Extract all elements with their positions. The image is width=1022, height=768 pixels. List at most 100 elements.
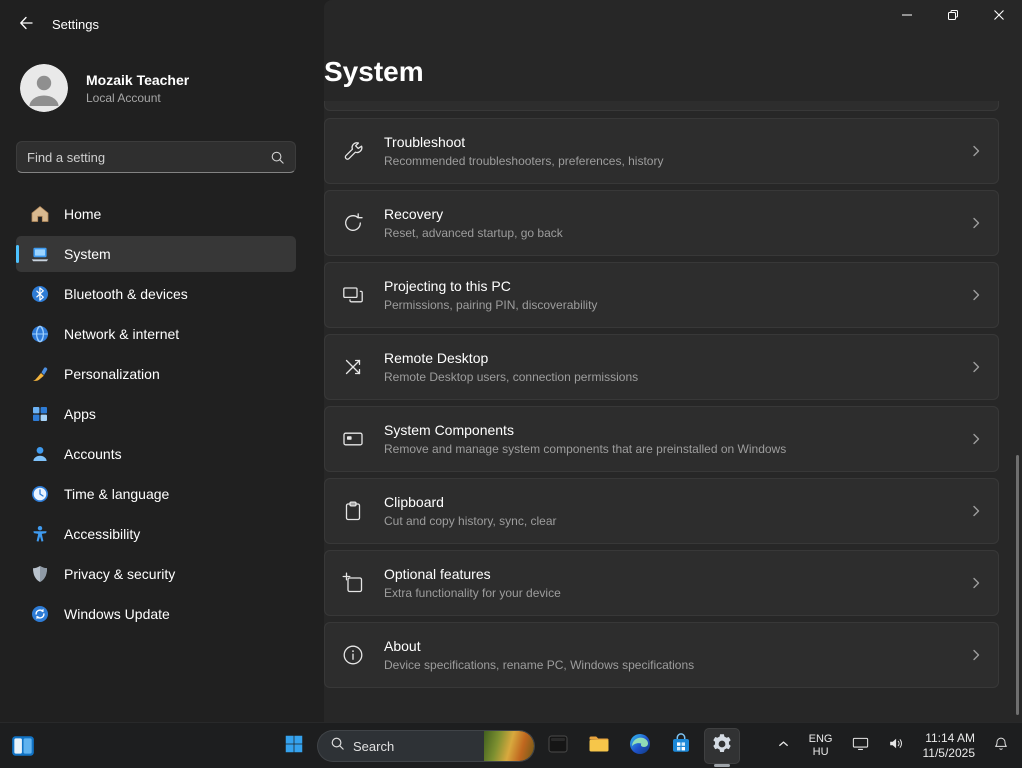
sidebar-item-time-language[interactable]: Time & language bbox=[16, 476, 296, 512]
restore-icon bbox=[947, 8, 959, 26]
sidebar-item-label: Apps bbox=[64, 406, 96, 422]
start-button[interactable] bbox=[276, 728, 312, 764]
sidebar-item-personalization[interactable]: Personalization bbox=[16, 356, 296, 392]
bluetooth-icon bbox=[30, 284, 50, 304]
sidebar-item-label: Network & internet bbox=[64, 326, 179, 342]
chevron-right-icon bbox=[970, 288, 982, 307]
user-name: Mozaik Teacher bbox=[86, 72, 189, 88]
apps-icon bbox=[30, 404, 50, 424]
microsoft-store-button[interactable] bbox=[663, 728, 699, 764]
minimize-button[interactable] bbox=[884, 0, 930, 34]
search-highlight-image bbox=[484, 731, 534, 761]
volume-tray-button[interactable] bbox=[883, 730, 910, 762]
card-title: About bbox=[384, 638, 694, 654]
edge-button[interactable] bbox=[622, 728, 658, 764]
sidebar-item-label: Home bbox=[64, 206, 101, 222]
card-text: Optional features Extra functionality fo… bbox=[384, 566, 609, 600]
card-about[interactable]: About Device specifications, rename PC, … bbox=[324, 622, 999, 688]
chevron-right-icon bbox=[970, 648, 982, 667]
chevron-right-icon bbox=[970, 576, 982, 595]
language-switcher[interactable]: ENG HU bbox=[804, 730, 838, 762]
card-title: Projecting to this PC bbox=[384, 278, 597, 294]
system-icon bbox=[30, 244, 50, 264]
card-title: Clipboard bbox=[384, 494, 557, 510]
taskbar: Search bbox=[0, 722, 1022, 768]
card-title: System Components bbox=[384, 422, 786, 438]
home-icon bbox=[30, 204, 50, 224]
dark-window-icon bbox=[546, 732, 570, 761]
privacy-security-icon bbox=[30, 564, 50, 584]
sidebar-item-privacy-security[interactable]: Privacy & security bbox=[16, 556, 296, 592]
file-explorer-icon bbox=[587, 732, 611, 761]
card-clipboard[interactable]: Clipboard Cut and copy history, sync, cl… bbox=[324, 478, 999, 544]
avatar bbox=[20, 64, 68, 112]
edge-icon bbox=[628, 732, 652, 761]
language-secondary: HU bbox=[809, 746, 833, 759]
sidebar-item-apps[interactable]: Apps bbox=[16, 396, 296, 432]
system-components-icon bbox=[341, 427, 365, 451]
microsoft-store-icon bbox=[669, 732, 693, 761]
sidebar-item-network-internet[interactable]: Network & internet bbox=[16, 316, 296, 352]
sidebar-item-windows-update[interactable]: Windows Update bbox=[16, 596, 296, 632]
remote-desktop-icon bbox=[341, 355, 365, 379]
sidebar-item-bluetooth-devices[interactable]: Bluetooth & devices bbox=[16, 276, 296, 312]
file-explorer-button[interactable] bbox=[581, 728, 617, 764]
card-remote-desktop[interactable]: Remote Desktop Remote Desktop users, con… bbox=[324, 334, 999, 400]
user-text: Mozaik Teacher Local Account bbox=[86, 72, 189, 105]
card-system-components[interactable]: System Components Remove and manage syst… bbox=[324, 406, 999, 472]
titlebar: Settings bbox=[0, 0, 1022, 48]
taskbar-corner-app-icon[interactable] bbox=[10, 733, 36, 759]
search-input[interactable] bbox=[17, 150, 270, 165]
network-tray-button[interactable] bbox=[847, 730, 874, 762]
clock-date: 11/5/2025 bbox=[923, 746, 976, 761]
restore-button[interactable] bbox=[930, 0, 976, 34]
card-projecting[interactable]: Projecting to this PC Permissions, pairi… bbox=[324, 262, 999, 328]
sidebar-item-label: Accessibility bbox=[64, 526, 140, 542]
windows-logo-icon bbox=[283, 733, 305, 760]
card-text: About Device specifications, rename PC, … bbox=[384, 638, 742, 672]
card-text: System Components Remove and manage syst… bbox=[384, 422, 834, 456]
user-profile[interactable]: Mozaik Teacher Local Account bbox=[20, 64, 189, 112]
close-button[interactable] bbox=[976, 0, 1022, 34]
card-subtitle: Reset, advanced startup, go back bbox=[384, 226, 563, 240]
card-title: Optional features bbox=[384, 566, 561, 582]
optional-features-icon bbox=[341, 571, 365, 595]
sidebar: Mozaik Teacher Local Account Home Sy bbox=[0, 48, 324, 722]
chevron-right-icon bbox=[970, 144, 982, 163]
taskbar-tray: ENG HU 11:14 AM 11/5/2025 bbox=[772, 723, 1014, 768]
clock[interactable]: 11:14 AM 11/5/2025 bbox=[919, 729, 980, 763]
taskbar-center: Search bbox=[276, 728, 740, 764]
card-recovery[interactable]: Recovery Reset, advanced startup, go bac… bbox=[324, 190, 999, 256]
search-icon bbox=[330, 736, 345, 756]
back-arrow-icon bbox=[18, 15, 34, 36]
card-text: Projecting to this PC Permissions, pairi… bbox=[384, 278, 645, 312]
card-optional-features[interactable]: Optional features Extra functionality fo… bbox=[324, 550, 999, 616]
chevron-right-icon bbox=[970, 432, 982, 451]
card-title: Troubleshoot bbox=[384, 134, 663, 150]
card-text: Recovery Reset, advanced startup, go bac… bbox=[384, 206, 611, 240]
minimize-icon bbox=[901, 8, 913, 26]
sidebar-item-accessibility[interactable]: Accessibility bbox=[16, 516, 296, 552]
accounts-icon bbox=[30, 444, 50, 464]
taskbar-search[interactable]: Search bbox=[317, 730, 535, 762]
sidebar-item-accounts[interactable]: Accounts bbox=[16, 436, 296, 472]
taskbar-search-label: Search bbox=[353, 739, 394, 754]
scrollbar[interactable] bbox=[1016, 455, 1019, 715]
time-language-icon bbox=[30, 484, 50, 504]
card-title: Remote Desktop bbox=[384, 350, 638, 366]
sidebar-item-system[interactable]: System bbox=[16, 236, 296, 272]
windows-update-icon bbox=[30, 604, 50, 624]
back-button[interactable] bbox=[14, 13, 38, 37]
sidebar-item-label: Time & language bbox=[64, 486, 169, 502]
language-primary: ENG bbox=[809, 733, 833, 746]
card-troubleshoot[interactable]: Troubleshoot Recommended troubleshooters… bbox=[324, 118, 999, 184]
hidden-icons-button[interactable] bbox=[772, 732, 795, 760]
sidebar-item-home[interactable]: Home bbox=[16, 196, 296, 232]
bell-icon bbox=[992, 735, 1010, 758]
settings-app-button[interactable] bbox=[704, 728, 740, 764]
card-subtitle: Permissions, pairing PIN, discoverabilit… bbox=[384, 298, 597, 312]
chevron-right-icon bbox=[970, 504, 982, 523]
notifications-button[interactable] bbox=[988, 731, 1014, 762]
card-text: Clipboard Cut and copy history, sync, cl… bbox=[384, 494, 605, 528]
app-icon-dark-window[interactable] bbox=[540, 728, 576, 764]
